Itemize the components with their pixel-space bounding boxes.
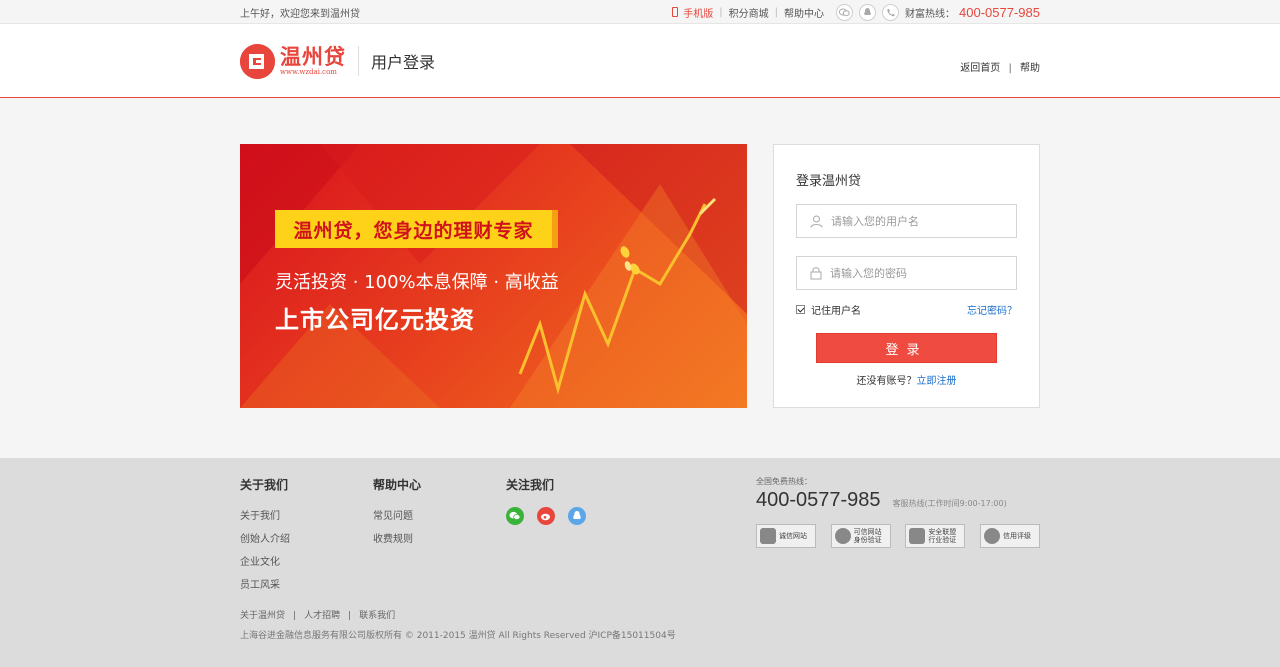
hotline-label: 财富热线： xyxy=(905,8,956,20)
footer-link[interactable]: 企业文化 xyxy=(240,553,373,568)
login-button[interactable]: 登录 xyxy=(816,333,997,363)
remember-row: 记住用户名 忘记密码？ xyxy=(796,302,1017,317)
badge-text: 信用评级 xyxy=(1002,532,1031,540)
hotline-number: 400-0577-985 xyxy=(959,4,1040,20)
divider: | xyxy=(293,611,297,621)
register-link[interactable]: 立即注册 xyxy=(917,376,957,387)
trust-badge-credible[interactable]: 诚信网站 xyxy=(756,524,816,548)
remember-label: 记住用户名 xyxy=(811,306,861,317)
security-shield-icon xyxy=(909,528,926,544)
verified-site-icon xyxy=(834,528,851,544)
lock-icon xyxy=(810,267,822,280)
site-footer: 关于我们 关于我们 创始人介绍 企业文化 员工风采 帮助中心 常见问题 收费规则… xyxy=(0,458,1280,667)
footer-bottom-link[interactable]: 人才招聘 xyxy=(304,611,340,621)
password-field[interactable] xyxy=(796,256,1017,290)
logo-name: 温州贷 xyxy=(280,45,346,69)
back-home-link[interactable]: 返回首页 xyxy=(960,63,1000,74)
remember-username-checkbox[interactable]: 记住用户名 xyxy=(796,302,861,317)
footer-bottom-link[interactable]: 联系我们 xyxy=(359,611,395,621)
help-link[interactable]: 帮助 xyxy=(1020,63,1040,74)
footer-link[interactable]: 创始人介绍 xyxy=(240,530,373,545)
password-input[interactable] xyxy=(830,266,1000,280)
logo-url: www.wzdai.com xyxy=(280,68,337,76)
copyright-text: 上海谷进金融信息服务有限公司版权所有 © 2011-2015 温州贷 All R… xyxy=(240,631,676,641)
trust-badge-verified[interactable]: 可信网站 身份验证 xyxy=(830,524,891,548)
banner-slogan: 温州贷，您身边的理财专家 xyxy=(293,219,534,242)
phone-icon[interactable] xyxy=(882,3,900,21)
badge-text: 安全联盟 行业验证 xyxy=(928,528,957,544)
social-icons xyxy=(506,507,706,525)
register-row: 还没有账号？立即注册 xyxy=(796,372,1017,387)
trust-badge-security[interactable]: 安全联盟 行业验证 xyxy=(905,524,966,548)
credit-seal-icon xyxy=(760,528,776,544)
mobile-version-link[interactable]: 手机版 xyxy=(666,5,719,20)
main-content: 温州贷，您身边的理财专家 灵活投资 · 100%本息保障 · 高收益 上市公司亿… xyxy=(0,98,1280,458)
brand[interactable]: 温州贷 www.wzdai.com 用户登录 xyxy=(240,43,436,79)
mobile-phone-icon xyxy=(672,7,679,17)
username-input[interactable] xyxy=(831,214,1001,228)
rating-seal-icon xyxy=(983,528,1000,544)
footer-contact: 全国免费热线： 400-0577-985 客服热线(工作时间9:00-17:00… xyxy=(756,476,1040,548)
wechat-icon[interactable] xyxy=(506,507,524,525)
free-hotline-label: 全国免费热线： xyxy=(756,477,812,486)
top-bar: 上午好，欢迎您来到温州贷 手机版 | 积分商城 | 帮助中心 财富热线： 400… xyxy=(0,0,1280,24)
footer-link[interactable]: 关于我们 xyxy=(240,507,373,522)
username-field[interactable] xyxy=(796,204,1017,238)
divider: | xyxy=(1008,62,1012,74)
footer-col-follow: 关注我们 xyxy=(506,476,706,599)
no-account-text: 还没有账号？ xyxy=(856,376,917,387)
service-hours: 客服热线(工作时间9:00-17:00) xyxy=(892,499,1007,508)
footer-col-title: 帮助中心 xyxy=(373,478,422,492)
divider: | xyxy=(348,611,352,621)
badge-text: 可信网站 身份验证 xyxy=(853,528,882,544)
footer-col-about: 关于我们 关于我们 创始人介绍 企业文化 员工风采 xyxy=(240,476,373,599)
site-header: 温州贷 www.wzdai.com 用户登录 返回首页 | 帮助 xyxy=(0,24,1280,98)
logo-icon xyxy=(240,43,275,79)
login-title: 登录温州贷 xyxy=(796,174,862,189)
footer-hotline-number: 400-0577-985 xyxy=(756,489,881,511)
banner-subline: 灵活投资 · 100%本息保障 · 高收益 xyxy=(275,272,559,293)
footer-col-title: 关注我们 xyxy=(506,478,555,492)
top-links: 手机版 | 积分商城 | 帮助中心 财富热线： 400-0577-985 xyxy=(666,3,1040,21)
divider xyxy=(358,46,359,76)
points-mall-link[interactable]: 积分商城 xyxy=(723,5,775,20)
hotline-row: 400-0577-985 客服热线(工作时间9:00-17:00) xyxy=(756,489,1040,512)
footer-bottom-link[interactable]: 关于温州贷 xyxy=(240,611,285,621)
checkbox-checked-icon[interactable] xyxy=(796,305,805,314)
promo-banner[interactable]: 温州贷，您身边的理财专家 灵活投资 · 100%本息保障 · 高收益 上市公司亿… xyxy=(240,144,747,408)
forgot-password-link[interactable]: 忘记密码？ xyxy=(967,302,1017,317)
badge-text: 诚信网站 xyxy=(779,532,807,540)
help-center-link[interactable]: 帮助中心 xyxy=(778,5,830,20)
header-nav: 返回首页 | 帮助 xyxy=(960,59,1040,74)
mobile-version-label: 手机版 xyxy=(683,8,714,20)
login-panel: 登录温州贷 记住用户名 忘记密码？ xyxy=(773,144,1040,408)
footer-bottom-links: 关于温州贷 | 人才招聘 | 联系我们 xyxy=(240,608,395,621)
slogan-box: 温州贷，您身边的理财专家 xyxy=(275,210,558,248)
footer-link[interactable]: 收费规则 xyxy=(373,530,506,545)
qq-icon[interactable] xyxy=(568,507,586,525)
trust-badge-rating[interactable]: 信用评级 xyxy=(979,524,1040,548)
footer-col-title: 关于我们 xyxy=(240,478,289,492)
user-icon xyxy=(810,215,823,228)
banner-headline: 上市公司亿元投资 xyxy=(275,306,475,334)
weibo-icon[interactable] xyxy=(537,507,555,525)
wechat-icon[interactable] xyxy=(836,3,854,21)
trust-badges: 诚信网站 可信网站 身份验证 安全联盟 行业验证 信用评级 xyxy=(756,524,1040,548)
greeting-text: 上午好，欢迎您来到温州贷 xyxy=(240,8,360,20)
logo-wordmark: 温州贷 www.wzdai.com xyxy=(280,46,346,76)
footer-col-help: 帮助中心 常见问题 收费规则 xyxy=(373,476,506,599)
footer-link[interactable]: 常见问题 xyxy=(373,507,506,522)
qq-icon[interactable] xyxy=(859,3,877,21)
footer-link[interactable]: 员工风采 xyxy=(240,576,373,591)
page-title: 用户登录 xyxy=(371,53,436,72)
